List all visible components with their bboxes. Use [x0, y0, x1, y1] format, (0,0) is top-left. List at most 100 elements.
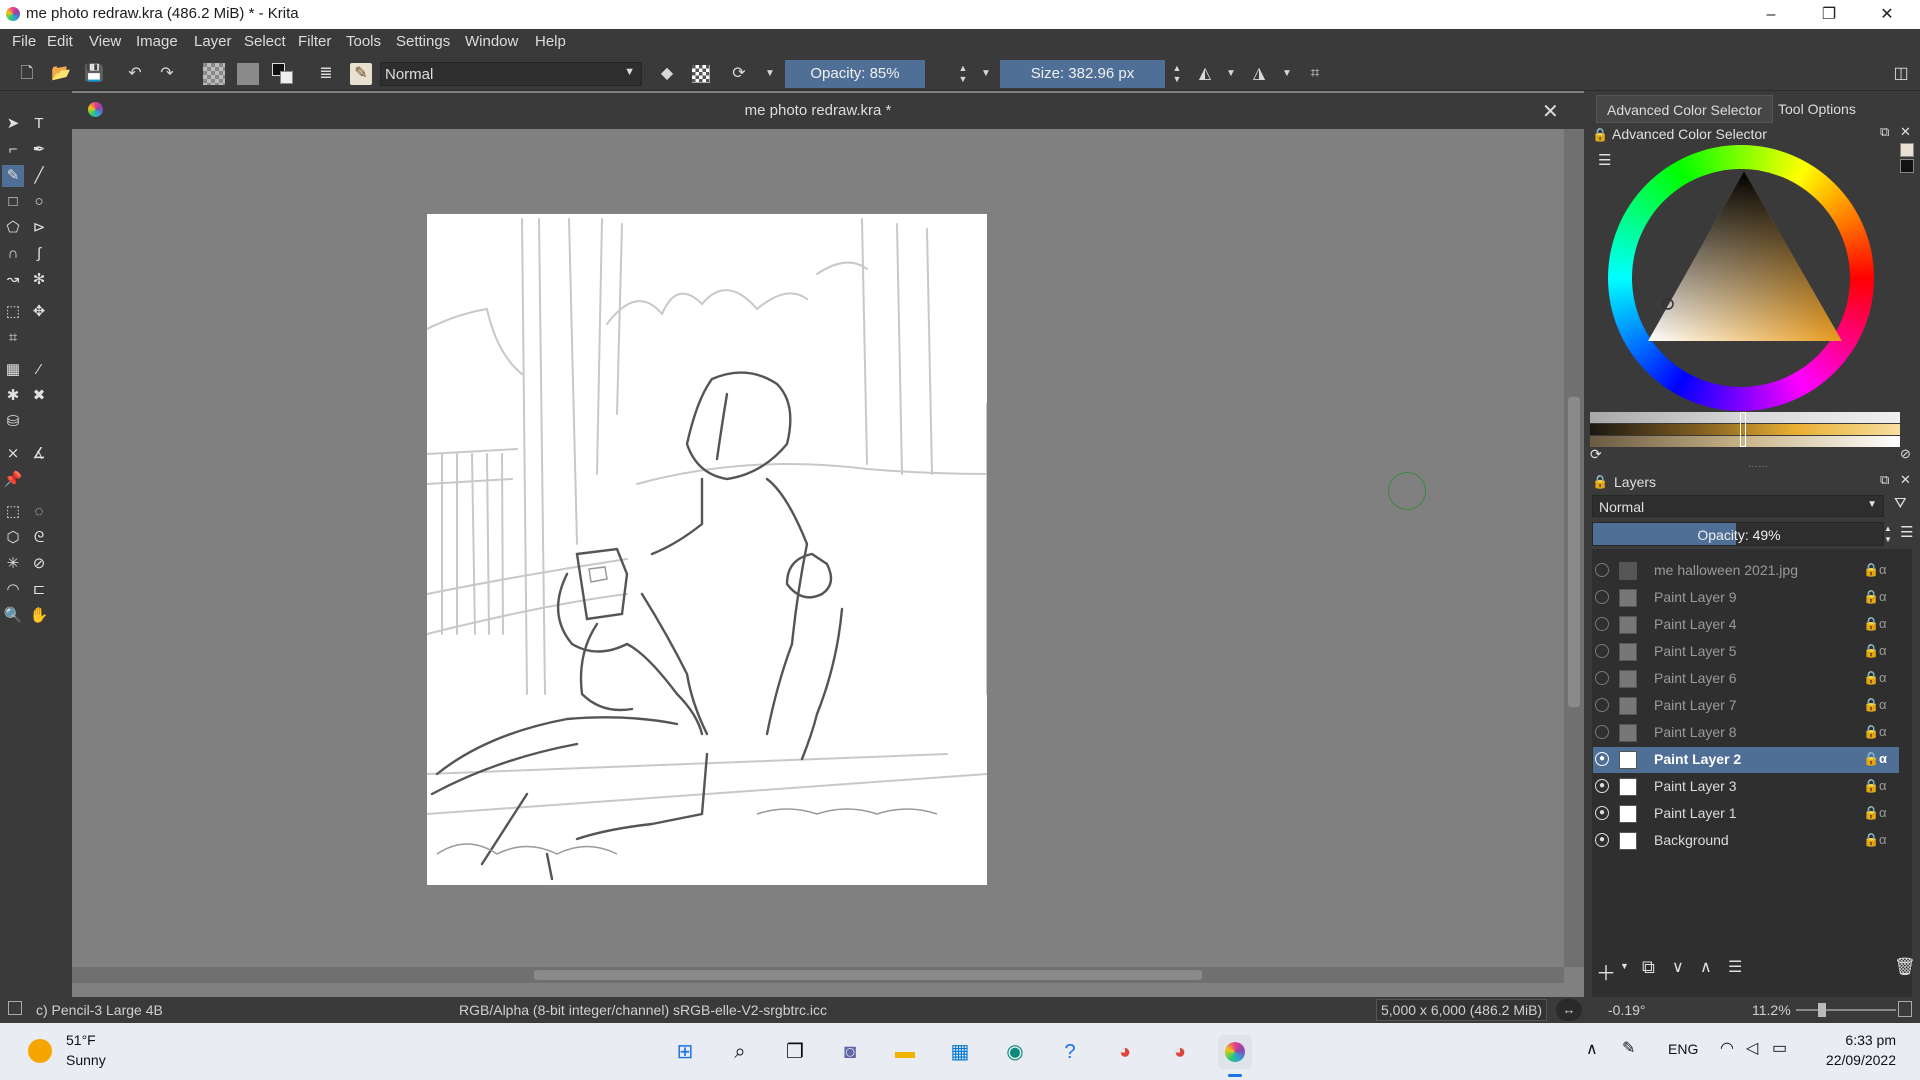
chevron-down-icon[interactable]: ▼ [975, 63, 997, 85]
color-picker-icon[interactable]: ⁄ [28, 359, 50, 381]
vertical-scrollbar[interactable] [1564, 129, 1584, 967]
task-view-icon[interactable]: ❐ [778, 1035, 812, 1069]
rotation-icon[interactable]: ↔ [1556, 999, 1582, 1021]
image-size[interactable]: 5,000 x 6,000 (486.2 MiB) [1376, 999, 1548, 1021]
refresh-icon[interactable]: ⟳ [1590, 446, 1602, 463]
reference-tool-icon[interactable]: 📌 [2, 469, 24, 491]
layer-row[interactable]: ● Paint Layer 1 🔒 α [1593, 801, 1899, 827]
background-color-swatch[interactable] [1900, 143, 1914, 157]
pan-tool-icon[interactable]: ✋ [28, 605, 50, 627]
pen-icon[interactable]: ✎ [1622, 1038, 1635, 1058]
layer-row[interactable]: ● Background 🔒 α [1593, 828, 1899, 854]
visibility-on-icon[interactable]: ● [1595, 833, 1609, 847]
start-icon[interactable]: ⊞ [668, 1035, 702, 1069]
horizontal-scrollbar[interactable] [72, 967, 1564, 983]
assistant-tool-icon[interactable]: ⨯ [2, 443, 24, 465]
transform-tool-icon[interactable]: ⬚ [2, 301, 24, 323]
new-document-icon[interactable]: 🗋 [16, 63, 38, 85]
menu-file[interactable]: File [12, 33, 36, 50]
menu-window[interactable]: Window [465, 33, 518, 50]
menu-edit[interactable]: Edit [47, 33, 73, 50]
volume-icon[interactable]: ◁ [1746, 1038, 1758, 1058]
saturation-value-triangle[interactable] [1642, 161, 1842, 361]
dynamic-brush-icon[interactable]: ↝ [2, 269, 24, 291]
lock-icon[interactable]: 🔒 [1863, 670, 1879, 686]
weather-desc[interactable]: Sunny [66, 1052, 106, 1068]
magnetic-select-icon[interactable]: ⊏ [28, 579, 50, 601]
fg-bg-color-icon[interactable] [272, 63, 294, 85]
colorize-mask-icon[interactable]: ✖ [28, 385, 50, 407]
eraser-mode-icon[interactable]: ◆ [656, 63, 678, 85]
alpha-icon[interactable]: α [1879, 562, 1887, 577]
layer-row[interactable]: Paint Layer 5 🔒 α [1593, 639, 1899, 665]
move-layer-up-icon[interactable]: ∧ [1700, 957, 1712, 977]
smart-patch-icon[interactable]: ✱ [2, 385, 24, 407]
visibility-off-icon[interactable] [1595, 617, 1609, 631]
fit-page-icon[interactable] [1898, 1001, 1912, 1017]
alpha-icon[interactable]: α [1879, 724, 1887, 739]
chevron-down-icon[interactable]: ▼ [1276, 63, 1298, 85]
alpha-icon[interactable]: α [1879, 643, 1887, 658]
preserve-alpha-icon[interactable] [692, 65, 710, 83]
scrollbar-thumb[interactable] [1568, 397, 1580, 707]
save-icon[interactable]: 💾 [83, 63, 105, 85]
opacity-spinner-icon[interactable]: ▲ ▼ [952, 63, 974, 85]
weather-temp[interactable]: 51°F [66, 1032, 96, 1048]
visibility-on-icon[interactable]: ● [1595, 779, 1609, 793]
crop-tool-icon[interactable]: ⌗ [2, 327, 24, 349]
brush-settings-icon[interactable]: ≣ [315, 63, 337, 85]
get-help-icon[interactable]: ? [1053, 1035, 1087, 1069]
freehand-brush-icon[interactable]: ✎ [2, 165, 24, 187]
fill-tool-icon[interactable]: ⛁ [2, 411, 24, 433]
menu-settings[interactable]: Settings [396, 33, 450, 50]
store-icon[interactable]: ▦ [943, 1035, 977, 1069]
pattern-preset-icon[interactable] [237, 63, 259, 85]
tab-advanced-color-selector[interactable]: Advanced Color Selector [1596, 95, 1773, 123]
zoom-slider[interactable] [1796, 1009, 1896, 1011]
canvas-paper[interactable] [426, 214, 988, 885]
edit-shapes-icon[interactable]: ⌐ [2, 139, 24, 161]
line-tool-icon[interactable]: ╱ [28, 165, 50, 187]
document-tab[interactable]: me photo redraw.kra * ✕ [72, 93, 1584, 129]
menu-filter[interactable]: Filter [298, 33, 331, 50]
krita-taskbar-icon[interactable] [1218, 1035, 1252, 1069]
alpha-icon[interactable]: α [1879, 670, 1887, 685]
menu-help[interactable]: Help [535, 33, 566, 50]
clock-date[interactable]: 22/09/2022 [1818, 1052, 1896, 1068]
file-explorer-icon[interactable]: ▬ [888, 1035, 922, 1069]
polyline-tool-icon[interactable]: ⊳ [28, 217, 50, 239]
foreground-color-swatch[interactable] [1900, 159, 1914, 173]
chrome-profile-icon[interactable]: ◕ [1163, 1035, 1197, 1069]
lock-icon[interactable]: 🔒 [1863, 616, 1879, 632]
sun-icon[interactable] [28, 1039, 52, 1063]
no-color-icon[interactable]: ⊘ [1900, 446, 1911, 462]
rectangle-tool-icon[interactable]: □ [2, 191, 24, 213]
scrollbar-thumb[interactable] [534, 970, 1202, 980]
layer-row[interactable]: Paint Layer 8 🔒 α [1593, 720, 1899, 746]
lock-icon[interactable]: 🔒 [1863, 643, 1879, 659]
duplicate-layer-icon[interactable]: ⧉ [1642, 957, 1655, 978]
alpha-icon[interactable]: α [1879, 751, 1887, 766]
alpha-icon[interactable]: α [1879, 778, 1887, 793]
layer-row-active[interactable]: ● Paint Layer 2 🔒 α [1593, 747, 1899, 773]
layer-row[interactable]: Paint Layer 9 🔒 α [1593, 585, 1899, 611]
menu-select[interactable]: Select [244, 33, 286, 50]
close-docker-icon[interactable]: ✕ [1900, 124, 1911, 140]
gradient-tool-icon[interactable]: ▦ [2, 359, 24, 381]
wifi-icon[interactable]: ◠ [1720, 1038, 1734, 1058]
search-icon[interactable]: ⌕ [723, 1035, 757, 1069]
chrome-icon[interactable]: ◕ [1108, 1035, 1142, 1069]
lock-icon[interactable]: 🔒 [1863, 751, 1879, 767]
lock-icon[interactable]: 🔒 [1863, 562, 1879, 578]
freehand-select-icon[interactable]: ᘓ [28, 527, 50, 549]
visibility-off-icon[interactable] [1595, 698, 1609, 712]
alpha-icon[interactable]: α [1879, 589, 1887, 604]
measure-tool-icon[interactable]: ∡ [28, 443, 50, 465]
layer-row[interactable]: Paint Layer 6 🔒 α [1593, 666, 1899, 692]
alpha-icon[interactable]: α [1879, 832, 1887, 847]
layer-properties-icon[interactable]: ☰ [1728, 957, 1742, 977]
float-docker-icon[interactable]: ⧉ [1880, 472, 1889, 488]
zoom-slider-handle[interactable] [1818, 1003, 1826, 1017]
lock-icon[interactable]: 🔒 [1592, 127, 1608, 143]
similar-select-icon[interactable]: ⊘ [28, 553, 50, 575]
